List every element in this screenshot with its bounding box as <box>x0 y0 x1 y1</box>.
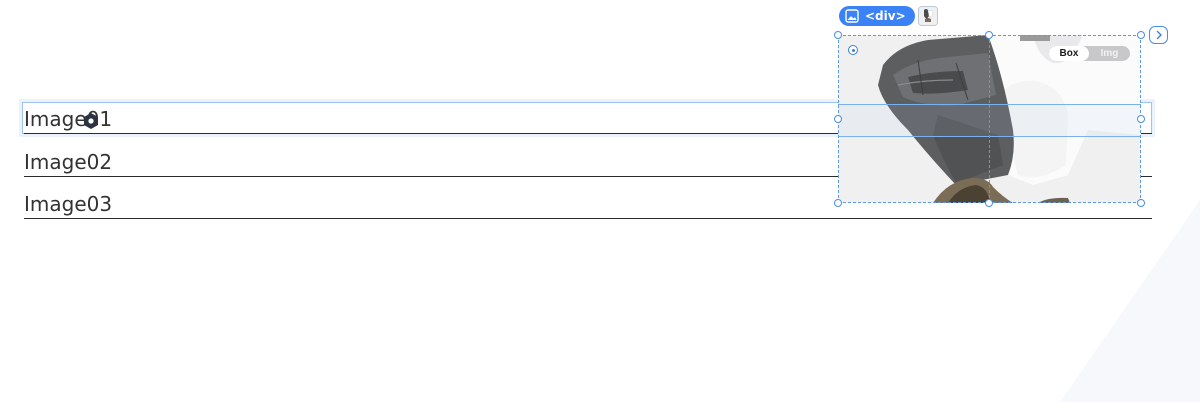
image-icon <box>845 9 859 23</box>
list-item-label: Image02 <box>24 150 113 174</box>
resize-handle-top-left[interactable] <box>834 31 842 39</box>
resize-handle-middle-left[interactable] <box>834 115 842 123</box>
list-item-label: Image01 <box>24 107 113 131</box>
toggle-option-img[interactable]: Img <box>1089 46 1130 61</box>
element-tag-label: <div> <box>865 9 906 23</box>
resize-handle-top-right[interactable] <box>1137 31 1145 39</box>
resize-handle-top-center[interactable] <box>985 31 993 39</box>
expand-button[interactable] <box>1149 26 1168 44</box>
image-thumbnail-button[interactable] <box>918 6 938 26</box>
resize-handle-middle-right[interactable] <box>1137 115 1145 123</box>
resize-handle-bottom-left[interactable] <box>834 199 842 207</box>
box-img-toggle[interactable]: Box Img <box>1049 46 1130 61</box>
image-thumbnail-icon <box>919 7 937 25</box>
selection-center-guide <box>989 35 990 203</box>
toggle-option-box[interactable]: Box <box>1049 46 1089 61</box>
target-dot-icon[interactable] <box>848 45 858 55</box>
element-tag-badge[interactable]: <div> <box>839 6 915 26</box>
hexagon-cursor-icon <box>84 113 98 129</box>
list-item-label: Image03 <box>24 192 113 216</box>
resize-handle-bottom-center[interactable] <box>985 199 993 207</box>
chevron-right-icon <box>1156 30 1162 40</box>
resize-handle-bottom-right[interactable] <box>1137 199 1145 207</box>
